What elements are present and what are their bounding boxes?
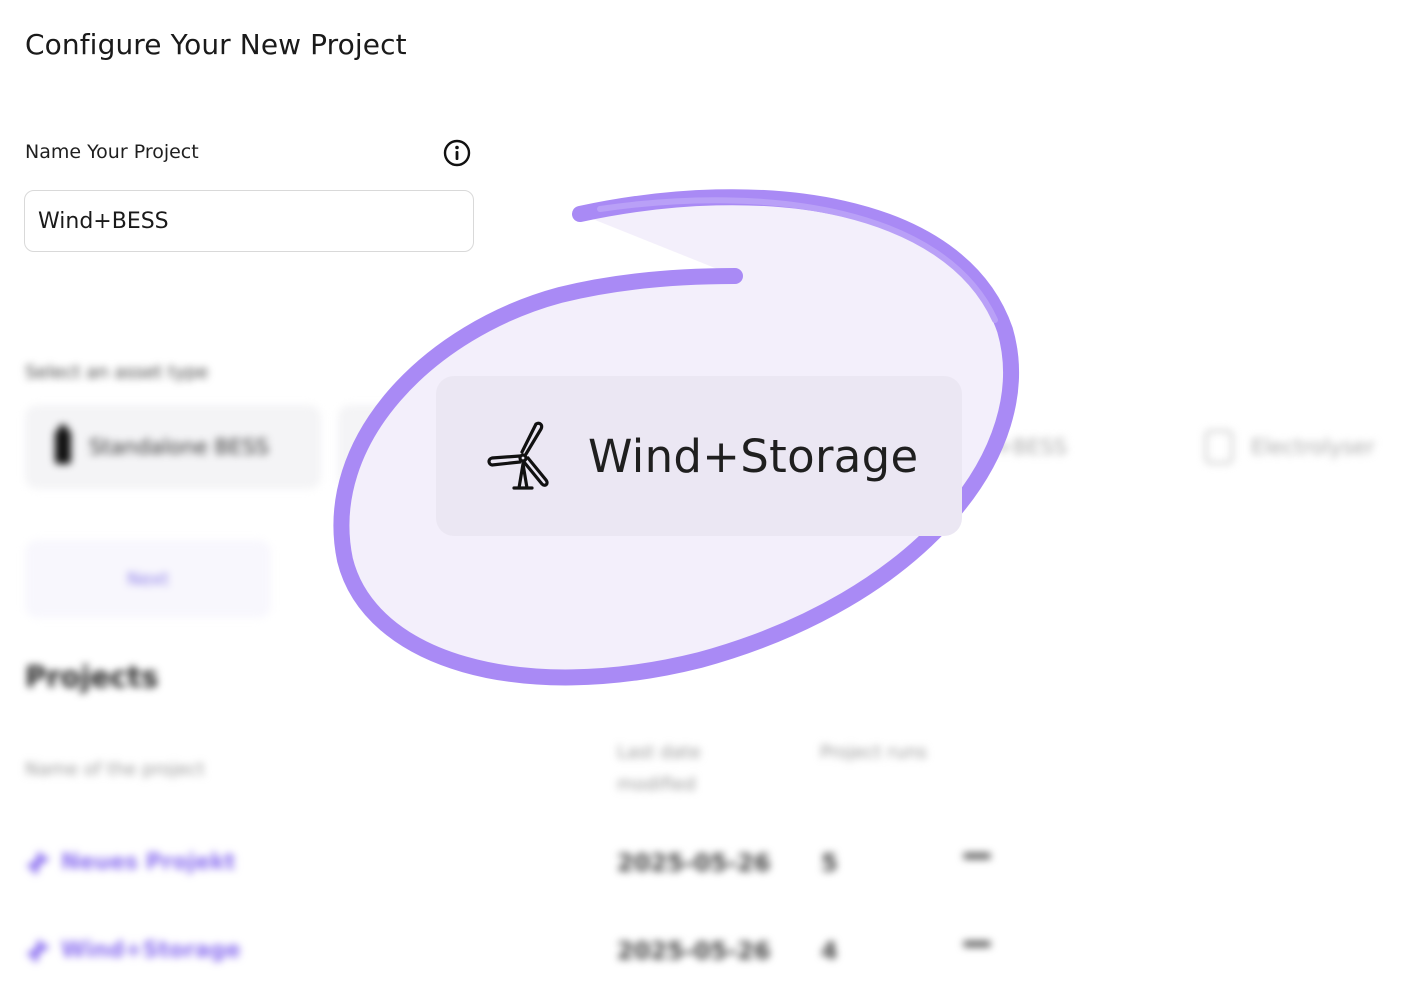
asset-card-partial[interactable] (338, 405, 438, 489)
wind-turbine-icon (487, 421, 549, 490)
column-header-name[interactable]: Name of the project (25, 754, 205, 786)
info-icon[interactable] (443, 139, 471, 167)
asset-card-standalone-bess[interactable]: Standalone BESS (25, 405, 321, 489)
project-link[interactable]: Neues Projekt (25, 849, 235, 875)
project-runs: 5 (821, 849, 838, 877)
project-date: 2025-05-26 (617, 849, 771, 877)
project-date: 2025-05-26 (617, 937, 771, 965)
asset-type-label: Select an asset type (25, 362, 209, 383)
project-name-label: Name Your Project (25, 141, 199, 163)
table-row[interactable]: Neues Projekt 2025-05-26 5 (0, 849, 1412, 889)
table-row[interactable]: Wind+Storage 2025-05-26 4 (0, 937, 1412, 977)
electrolyser-icon (1205, 430, 1233, 464)
asset-card-label: ...+BESS (975, 435, 1067, 459)
project-link[interactable]: Wind+Storage (25, 937, 241, 963)
more-options-button[interactable] (963, 941, 991, 947)
column-header-runs[interactable]: Project runs (820, 737, 940, 769)
asset-card-label: Standalone BESS (89, 435, 269, 459)
projects-heading: Projects (25, 660, 159, 694)
next-button[interactable]: Next (25, 540, 271, 618)
more-options-button[interactable] (963, 853, 991, 859)
column-header-date[interactable]: Last date modified (617, 737, 757, 801)
project-name: Neues Projekt (61, 849, 236, 875)
battery-icon (55, 425, 71, 464)
asset-card-label: Electrolyser (1251, 435, 1375, 459)
asset-card-label: Wind+Storage (588, 429, 919, 483)
project-runs: 4 (821, 937, 838, 965)
project-name: Wind+Storage (61, 937, 241, 963)
asset-card-electrolyser[interactable]: Electrolyser (1205, 405, 1405, 489)
asset-card-hybrid-bess[interactable]: ...+BESS (975, 405, 1175, 489)
asset-card-wind-storage[interactable]: Wind+Storage (436, 376, 962, 536)
wind-turbine-icon (25, 849, 51, 875)
project-name-input[interactable] (24, 190, 474, 252)
wind-turbine-icon (25, 937, 51, 963)
page-title: Configure Your New Project (25, 28, 407, 61)
